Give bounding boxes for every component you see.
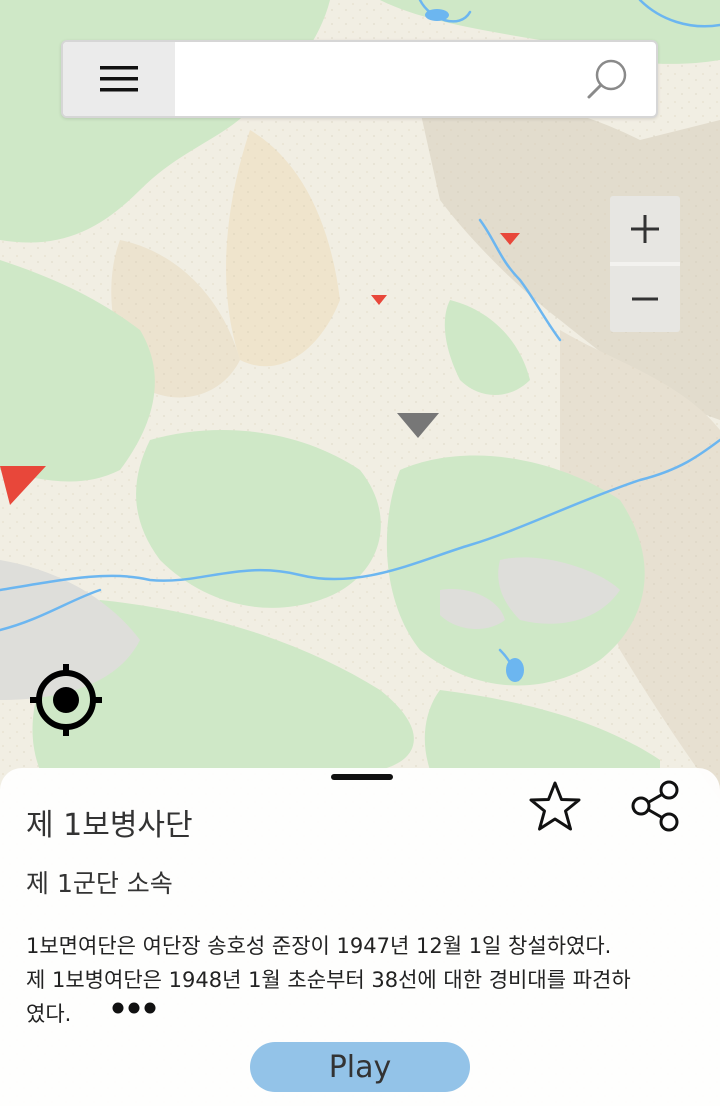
locate-me-button[interactable] <box>28 662 104 738</box>
zoom-in-button[interactable] <box>610 196 680 262</box>
menu-button[interactable] <box>63 42 175 116</box>
favorite-button[interactable] <box>528 780 582 834</box>
search-input[interactable] <box>175 42 560 116</box>
description-line: 제 1보병여단은 1948년 1월 초순부터 38선에 대한 경비대를 파견하 <box>26 968 631 992</box>
search-button[interactable] <box>560 42 656 116</box>
ellipsis-icon <box>112 1002 156 1014</box>
zoom-control <box>610 196 680 332</box>
unit-title: 제 1보병사단 <box>26 808 193 843</box>
magnifier-icon <box>587 59 627 99</box>
plus-icon <box>631 215 659 243</box>
share-button[interactable] <box>628 778 684 834</box>
expand-description-button[interactable] <box>110 998 158 1018</box>
info-panel: 제 1보병사단 제 1군단 소속 1보면여단은 여단장 송호성 준장이 1947… <box>0 768 720 1106</box>
search-bar <box>61 40 658 118</box>
unit-subtitle: 제 1군단 소속 <box>26 869 173 898</box>
minus-icon <box>632 297 658 301</box>
crosshair-target-icon <box>30 664 102 736</box>
play-button[interactable]: Play <box>250 1042 470 1092</box>
share-icon <box>631 780 679 832</box>
zoom-out-button[interactable] <box>610 266 680 332</box>
description-line: 1보면여단은 여단장 송호성 준장이 1947년 12월 1일 창설하였다. <box>26 934 612 958</box>
drag-handle[interactable] <box>331 774 393 780</box>
star-outline-icon <box>529 781 581 831</box>
hamburger-icon <box>100 66 138 92</box>
